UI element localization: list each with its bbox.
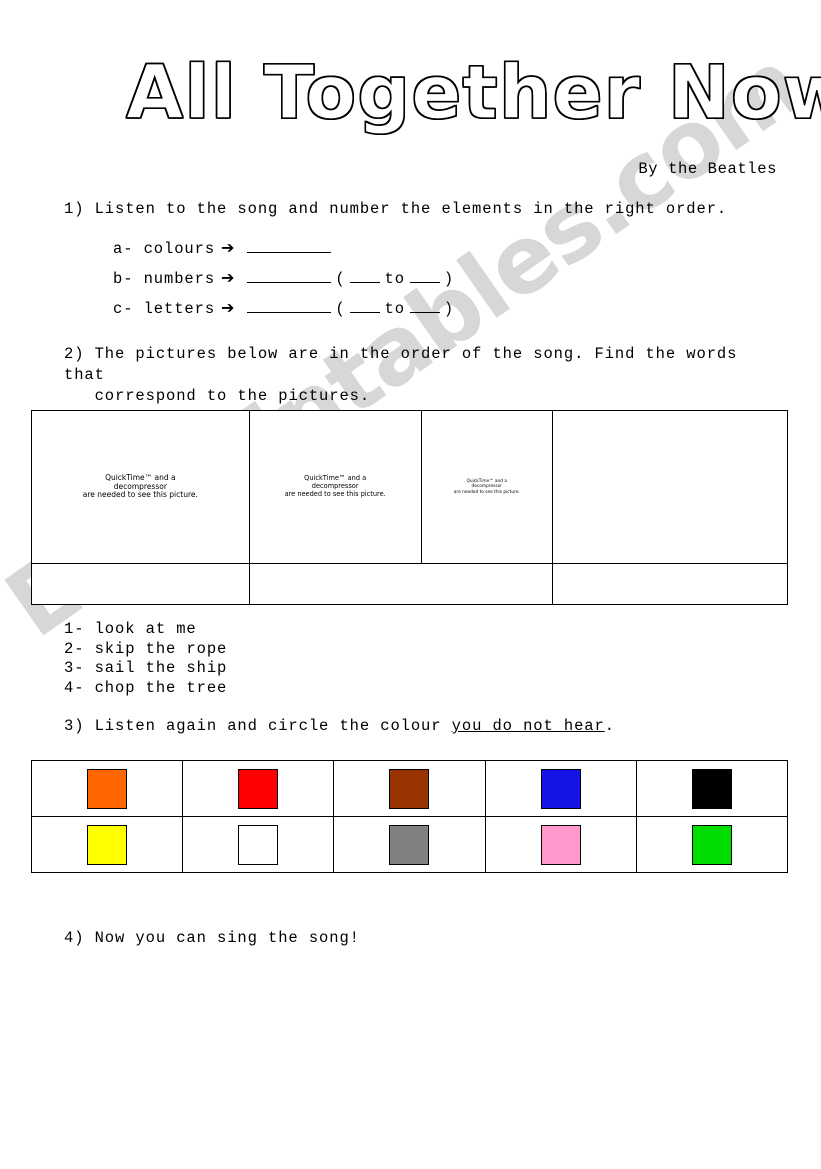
answer-blank-colours[interactable] [247, 239, 332, 253]
list-item: 3- sail the ship [64, 659, 228, 677]
exercise-1-item-colours: a- colours ➔ [113, 238, 458, 268]
quicktime-placeholder-text: QuickTime™ and a decompressor are needed… [453, 479, 520, 495]
answer-blank-numbers[interactable] [247, 269, 332, 283]
answer-cell-1[interactable] [31, 563, 250, 605]
worksheet-page: ESLprintables.com All Together Now By th… [0, 0, 821, 1169]
colour-cell-pink[interactable] [484, 816, 637, 873]
range-from-blank-numbers[interactable] [349, 269, 380, 283]
page-title: All Together Now [125, 50, 821, 136]
list-item: 1- look at me [64, 620, 197, 638]
colour-cell-grey[interactable] [333, 816, 486, 873]
quicktime-placeholder-text: QuickTime™ and a decompressor are needed… [284, 474, 386, 498]
exercise-1-item-letters: c- letters ➔ ( to ) [113, 298, 458, 328]
colour-cell-blue[interactable] [484, 760, 637, 817]
open-paren: ( [335, 270, 346, 288]
answer-blank-letters[interactable] [247, 299, 332, 313]
colour-swatch-black[interactable] [691, 768, 732, 809]
to-label: to [384, 270, 405, 288]
list-item: 4- chop the tree [64, 678, 228, 697]
answer-cell-3[interactable] [551, 563, 789, 605]
exercise-2-prompt: 2) The pictures below are in the order o… [64, 345, 738, 405]
quicktime-placeholder-text: QuickTime™ and a decompressor are needed… [82, 472, 198, 500]
close-paren: ) [443, 300, 455, 318]
open-paren: ( [335, 300, 346, 318]
exercise-4-prompt: 4) Now you can sing the song! [64, 929, 360, 947]
byline: By the Beatles [638, 160, 777, 178]
picture-cell-3[interactable]: QuickTime™ and a decompressor are needed… [420, 410, 553, 564]
colour-swatch-blue[interactable] [540, 768, 581, 809]
colour-cell-red[interactable] [182, 760, 335, 817]
table-row [30, 816, 789, 873]
to-label: to [384, 300, 405, 318]
answer-cell-2[interactable] [248, 563, 553, 605]
pictures-table: QuickTime™ and a decompressor are needed… [31, 410, 789, 605]
exercise-3-prompt-text: 3) Listen again and circle the colour [64, 717, 452, 735]
picture-cell-4[interactable] [551, 410, 789, 564]
arrow-right-icon: ➔ [221, 238, 236, 257]
table-row-answers [31, 563, 789, 605]
word-options-list: 1- look at me 2- skip the rope 3- sail t… [64, 620, 227, 698]
colour-swatch-yellow[interactable] [87, 824, 128, 865]
colour-cell-brown[interactable] [333, 760, 486, 817]
colour-swatch-brown[interactable] [389, 768, 430, 809]
exercise-3-prompt-period: . [604, 717, 615, 735]
item-label-numbers: b- numbers [113, 270, 216, 288]
colour-cell-green[interactable] [635, 816, 789, 873]
arrow-right-icon: ➔ [221, 268, 236, 287]
exercise-3-prompt: 3) Listen again and circle the colour yo… [64, 716, 764, 737]
exercise-3-prompt-underlined: you do not hear [451, 717, 605, 735]
range-to-blank-letters[interactable] [409, 299, 440, 313]
item-label-colours: a- colours [113, 240, 216, 258]
colour-cell-black[interactable] [635, 760, 789, 817]
exercise-1-item-numbers: b- numbers ➔ ( to ) [113, 268, 458, 298]
colour-swatch-white[interactable] [238, 824, 279, 865]
exercise-1-items: a- colours ➔ b- numbers ➔ ( to ) c- lett… [113, 238, 458, 328]
list-item: 2- skip the rope [64, 639, 228, 658]
exercise-1-prompt: 1) Listen to the song and number the ele… [64, 200, 728, 218]
picture-cell-2[interactable]: QuickTime™ and a decompressor are needed… [248, 410, 422, 564]
colour-swatch-grey[interactable] [389, 824, 430, 865]
range-to-blank-numbers[interactable] [409, 269, 440, 283]
colour-cell-orange[interactable] [30, 760, 184, 817]
colour-swatch-red[interactable] [238, 768, 279, 809]
colour-swatch-green[interactable] [691, 824, 732, 865]
colour-swatch-pink[interactable] [540, 824, 581, 865]
close-paren: ) [443, 270, 455, 288]
table-row [30, 760, 789, 817]
arrow-right-icon: ➔ [221, 298, 236, 317]
range-from-blank-letters[interactable] [349, 299, 380, 313]
table-row-pictures: QuickTime™ and a decompressor are needed… [31, 410, 789, 564]
colour-cell-white[interactable] [182, 816, 335, 873]
colour-swatch-orange[interactable] [87, 768, 128, 809]
item-label-letters: c- letters [113, 300, 216, 318]
colours-table [30, 760, 789, 873]
colour-cell-yellow[interactable] [30, 816, 184, 873]
picture-cell-1[interactable]: QuickTime™ and a decompressor are needed… [31, 410, 250, 564]
